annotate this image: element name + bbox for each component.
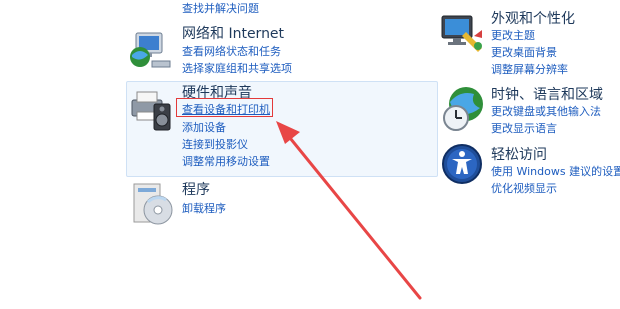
change-keyboard-link[interactable]: 更改键盘或其他输入法 bbox=[491, 103, 601, 119]
ease-title[interactable]: 轻松访问 bbox=[491, 144, 547, 164]
clock-globe-icon[interactable] bbox=[440, 84, 488, 132]
add-device-link[interactable]: 添加设备 bbox=[182, 119, 226, 135]
appearance-monitor-icon[interactable] bbox=[438, 10, 486, 58]
network-globe-icon[interactable] bbox=[126, 27, 174, 75]
mobility-settings-link[interactable]: 调整常用移动设置 bbox=[182, 153, 270, 169]
ease-of-access-icon[interactable] bbox=[440, 142, 488, 190]
change-desktop-background-link[interactable]: 更改桌面背景 bbox=[491, 44, 557, 60]
view-network-status-link[interactable]: 查看网络状态和任务 bbox=[182, 43, 281, 59]
appearance-title[interactable]: 外观和个性化 bbox=[491, 8, 575, 28]
adjust-resolution-link[interactable]: 调整屏幕分辨率 bbox=[491, 61, 568, 77]
optimize-video-link[interactable]: 优化视频显示 bbox=[491, 180, 557, 196]
uninstall-program-link[interactable]: 卸载程序 bbox=[182, 200, 226, 216]
change-theme-link[interactable]: 更改主题 bbox=[491, 27, 535, 43]
printer-speaker-icon[interactable] bbox=[128, 86, 176, 134]
connect-projector-link[interactable]: 连接到投影仪 bbox=[182, 136, 248, 152]
clock-title[interactable]: 时钟、语言和区域 bbox=[491, 84, 603, 104]
recommended-settings-link[interactable]: 使用 Windows 建议的设置 bbox=[491, 163, 620, 179]
highlight-box bbox=[176, 98, 273, 117]
programs-disc-icon[interactable] bbox=[128, 180, 176, 228]
change-display-language-link[interactable]: 更改显示语言 bbox=[491, 120, 557, 136]
programs-title[interactable]: 程序 bbox=[182, 179, 210, 199]
find-fix-problems-link[interactable]: 查找并解决问题 bbox=[182, 0, 259, 16]
network-title[interactable]: 网络和 Internet bbox=[182, 23, 284, 43]
homegroup-sharing-link[interactable]: 选择家庭组和共享选项 bbox=[182, 60, 292, 76]
